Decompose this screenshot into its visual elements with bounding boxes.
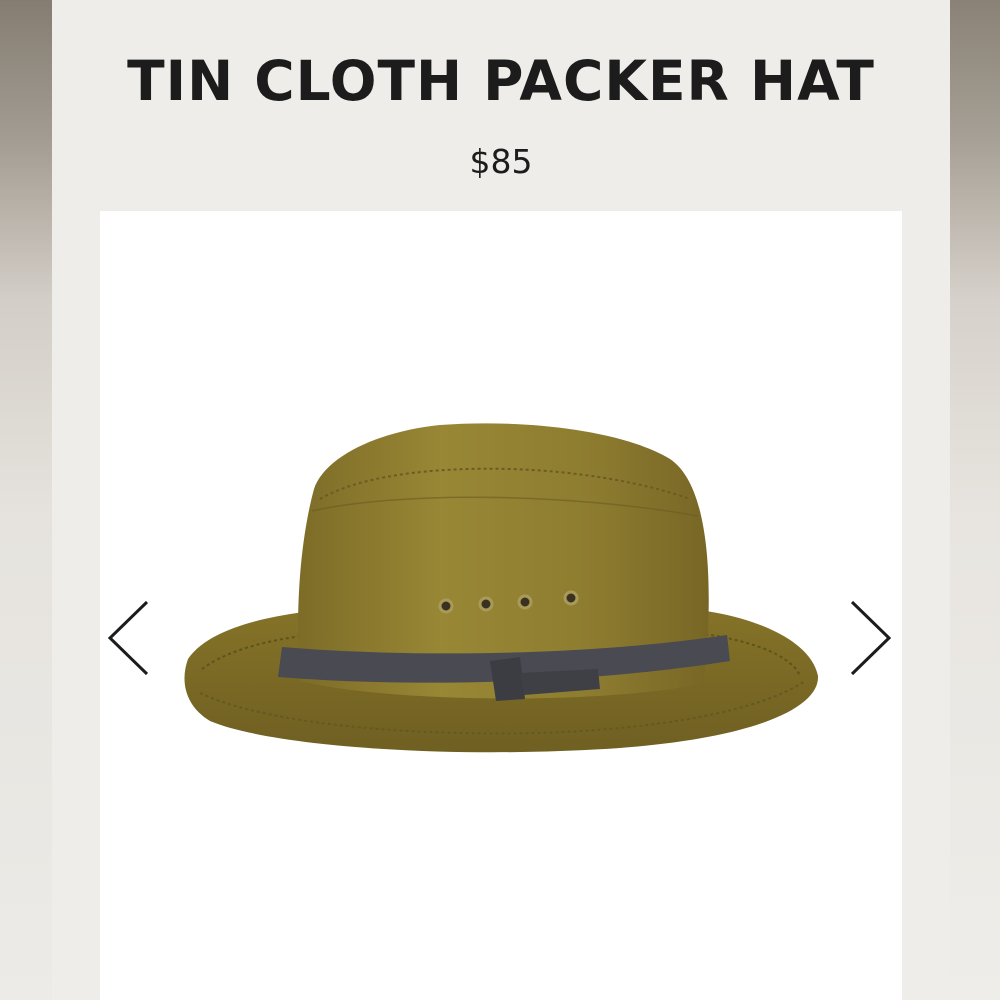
chevron-right-icon	[850, 600, 892, 676]
product-panel: TIN CLOTH PACKER HAT $85	[52, 0, 950, 1000]
chevron-left-icon	[107, 600, 149, 676]
right-background-edge	[950, 0, 1000, 1000]
next-image-button[interactable]	[848, 598, 898, 678]
product-price: $85	[469, 142, 533, 181]
product-image-hat	[184, 423, 819, 753]
product-title: TIN CLOTH PACKER HAT	[127, 49, 875, 113]
left-background-edge	[0, 0, 52, 1000]
product-image-card	[100, 211, 902, 1000]
previous-image-button[interactable]	[101, 598, 151, 678]
